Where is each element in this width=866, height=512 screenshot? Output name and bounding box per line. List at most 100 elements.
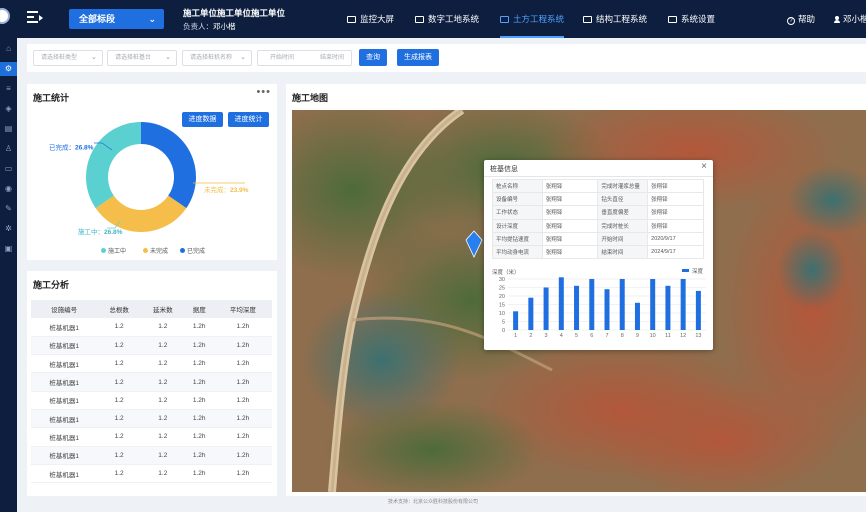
table-cell: 1.2h [213,409,272,429]
user-icon[interactable]: ♙ [0,142,17,156]
section-select[interactable]: 全部标段 ⌄ [69,9,164,29]
table-row[interactable]: 桩基机器1 1.2 1.2 1.2h 1.2h [31,318,272,337]
bar[interactable] [574,285,580,330]
progress-data-button[interactable]: 进度数据 [182,112,223,127]
logo-icon [0,8,10,24]
bar[interactable] [634,302,640,330]
y-tick-label: 0 [502,328,505,334]
excavator-icon[interactable]: ⚙ [0,62,17,76]
table-cell: 1.2h [213,427,272,447]
table-cell: 1.2h [213,464,272,484]
table-row[interactable]: 桩基机器1 1.2 1.2 1.2h 1.2h [31,391,272,410]
bar[interactable] [650,279,656,330]
table-row[interactable]: 桩基机器1 1.2 1.2 1.2h 1.2h [31,372,272,392]
unit-owner: 负责人：邓小楷 [183,22,236,31]
nav-monitor[interactable]: 监控大屏 [347,0,394,38]
table-cell: 桩基机器1 [31,391,98,410]
table-header-cell: 总根数 [97,300,141,318]
construction-stats-panel: 施工统计 ••• [27,84,277,260]
chevron-down-icon: ⌄ [240,54,246,61]
pile-machine-select[interactable]: 请选择桩机名称 ⌄ [182,50,252,66]
progress-stats-button[interactable]: 进度统计 [228,112,269,127]
table-cell: 1.2 [97,354,141,374]
table-cell: 1.2 [140,336,185,356]
table-cell: 1.2 [140,427,185,447]
list-icon[interactable]: ≡ [0,82,17,96]
x-tick-label: 5 [575,333,578,339]
lock-icon[interactable]: ▣ [0,242,17,256]
x-tick-label: 9 [636,333,639,339]
bar[interactable] [604,289,610,330]
user-menu[interactable]: 邓小楷 [834,0,866,38]
chart-icon[interactable]: ▤ [0,122,17,136]
bar[interactable] [513,311,519,330]
table-cell: 1.2h [213,391,272,410]
top-header: 全部标段 ⌄ 施工单位施工单位施工单位 负责人：邓小楷 监控大屏 数字工地系统 … [17,0,866,38]
nav-digital-site[interactable]: 数字工地系统 [415,0,479,38]
table-cell: 1.2h [213,446,272,465]
x-tick-label: 8 [621,333,624,339]
table-cell: 1.2h [184,427,214,447]
query-button[interactable]: 查询 [359,49,387,66]
more-icon[interactable]: ••• [256,86,271,98]
layers-icon[interactable]: ◈ [0,102,17,116]
legend-doing: 施工中 [101,246,126,255]
bar[interactable] [543,287,549,331]
help-link[interactable]: ? 帮助 [787,0,815,38]
table-cell: 桩基机器1 [31,409,98,429]
x-tick-label: 6 [590,333,593,339]
pile-info-popup: 桩基信息 × 桩点名称 张翔铎 完成时灌浆总量 张翔铎 设备编号 张翔铎 钻头直径 张翔铎 工作… [484,160,713,350]
table-cell: 1.2h [184,391,214,410]
bar[interactable] [680,279,686,330]
analysis-table: 设施编号 总根数 延米数 据度 平均深度 桩基机器1 1.2 1.2 1.2h 1.2h 桩基机器… [31,300,272,484]
structure-icon [583,16,592,23]
table-cell: 桩基机器1 [31,372,98,392]
x-tick-label: 2 [529,333,532,339]
bar[interactable] [695,290,701,330]
x-tick-label: 4 [560,333,563,339]
x-tick-label: 12 [680,333,686,339]
end-date-input[interactable]: 结束时间 [320,51,344,65]
bar[interactable] [528,297,534,330]
chevron-down-icon: ⌄ [148,14,156,24]
x-tick-label: 7 [605,333,608,339]
table-row[interactable]: 桩基机器1 1.2 1.2 1.2h 1.2h [31,427,272,447]
table-row[interactable]: 桩基机器1 1.2 1.2 1.2h 1.2h [31,464,272,484]
nav-structure[interactable]: 结构工程系统 [583,0,647,38]
table-cell: 1.2h [213,372,272,392]
table-row[interactable]: 桩基机器1 1.2 1.2 1.2h 1.2h [31,336,272,356]
table-cell: 桩基机器1 [31,354,98,374]
start-date-input[interactable]: 开始时间 [270,51,294,65]
bar[interactable] [665,285,671,330]
chevron-down-icon: ⌄ [91,54,97,61]
table-cell: 桩基机器1 [31,446,98,465]
pile-platform-select[interactable]: 请选择桩基台 ⌄ [107,50,177,66]
nav-earthwork[interactable]: 土方工程系统 [500,0,565,38]
map-pin-icon[interactable] [464,230,484,258]
bar[interactable] [589,279,595,330]
y-tick-label: 10 [499,311,505,317]
table-cell: 1.2 [97,427,141,447]
table-cell: 1.2h [184,336,214,356]
filter-bar: 请选择桩类型 ⌄ 请选择桩基台 ⌄ 请选择桩机名称 ⌄ 开始时间 结束时间 查询 生成… [27,44,866,72]
home-icon[interactable]: ⌂ [0,42,17,56]
table-cell: 1.2 [140,318,185,337]
location-icon[interactable]: ◉ [0,182,17,196]
bar-legend: 深度 [692,267,704,275]
tool-icon[interactable]: ✎ [0,202,17,216]
legend-undone: 未完成 [143,246,168,255]
table-row[interactable]: 桩基机器1 1.2 1.2 1.2h 1.2h [31,354,272,374]
bar[interactable] [619,279,625,330]
nav-settings[interactable]: 系统设置 [668,0,715,38]
document-icon[interactable]: ▭ [0,162,17,176]
table-row[interactable]: 桩基机器1 1.2 1.2 1.2h 1.2h [31,409,272,429]
generate-report-button[interactable]: 生成报表 [397,49,439,66]
menu-toggle-icon[interactable] [27,11,43,25]
table-cell: 1.2 [97,464,141,484]
table-cell: 1.2 [140,391,185,410]
gear-icon[interactable]: ✲ [0,222,17,236]
table-row[interactable]: 桩基机器1 1.2 1.2 1.2h 1.2h [31,446,272,465]
pile-type-select[interactable]: 请选择桩类型 ⌄ [33,50,103,66]
date-range-picker[interactable]: 开始时间 结束时间 [257,50,352,66]
bar[interactable] [558,277,564,330]
